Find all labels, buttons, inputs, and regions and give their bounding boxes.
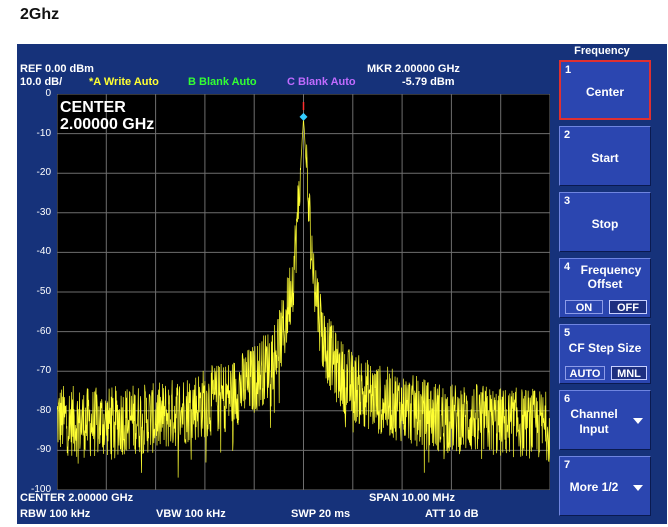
softkey-frequency-offset[interactable]: 4 Frequency Offset ON OFF [559,258,651,318]
softkey-label-line2: Offset [587,277,623,291]
graticule [57,94,550,490]
softkey-start[interactable]: 2 Start [559,126,651,186]
center-frequency-readout: CENTER 2.00000 GHz [20,492,134,504]
offset-off-option[interactable]: OFF [609,300,647,314]
marker-frequency: MKR 2.00000 GHz [367,63,460,75]
sweep-time-readout: SWP 20 ms [291,508,351,520]
vbw-readout: VBW 100 kHz [156,508,226,520]
y-axis-label: -80 [36,404,51,416]
spectrum-display[interactable]: CENTER 2.00000 GHz [57,94,550,490]
y-axis-label: 0 [45,88,51,99]
trace-c-status[interactable]: C Blank Auto [287,76,356,88]
rbw-readout: RBW 100 kHz [20,508,91,520]
y-axis-label: -60 [36,325,51,337]
spectrum-plot [57,94,550,490]
center-readout: CENTER 2.00000 GHz [60,99,154,133]
softkey-label-line1: Frequency [580,263,642,277]
center-label: CENTER [60,99,126,116]
attenuation-readout: ATT 10 dB [425,508,479,520]
softkey-more[interactable]: 7 More 1/2 [559,456,651,516]
page-title: 2Ghz [20,6,60,23]
y-axis-label: -90 [36,444,51,456]
chevron-down-icon [633,485,643,491]
spectrum-analyzer-window: REF 0.00 dBm 10.0 dB/ *A Write Auto B Bl… [17,44,667,524]
softkey-number: 1 [565,64,572,76]
softkey-label: CF Step Size [568,341,642,355]
softkey-stop[interactable]: 3 Stop [559,192,651,252]
softkey-label: Center [585,85,624,99]
step-mnl-option[interactable]: MNL [611,366,647,380]
softkey-center[interactable]: 1 Center [559,60,651,120]
y-axis-label: -50 [36,286,51,297]
softkey-number: 5 [564,327,571,339]
menu-title: Frequency [574,45,630,57]
softkey-cf-step-size[interactable]: 5 CF Step Size AUTO MNL [559,324,651,384]
ref-level: REF 0.00 dBm [20,63,94,75]
softkey-label: Start [591,151,619,165]
softkey-number: 6 [564,393,571,405]
chevron-down-icon [633,418,643,424]
center-value: 2.00000 GHz [60,116,155,133]
step-auto-option[interactable]: AUTO [565,366,605,380]
softkey-label-line2: Input [579,422,609,436]
marker-diamond-icon[interactable] [299,112,308,121]
y-axis-label: -20 [36,167,51,179]
softkey-panel: Frequency 1 Center 2 Start 3 Stop 4 Freq… [557,44,667,524]
marker-level: -5.79 dBm [402,76,455,88]
scale-readout: 10.0 dB/ [20,76,63,88]
softkey-label: Stop [591,217,619,231]
y-axis-label: -30 [36,206,51,218]
trace-a-status[interactable]: *A Write Auto [89,76,159,88]
softkey-number: 3 [564,195,571,207]
y-axis-label: -10 [36,127,51,139]
y-axis-label: -40 [36,246,51,258]
y-axis-label: -70 [36,365,51,377]
trace-b-status[interactable]: B Blank Auto [188,76,257,88]
softkey-channel-input[interactable]: 6 Channel Input [559,390,651,450]
softkey-number: 2 [564,129,571,141]
span-readout: SPAN 10.00 MHz [369,492,455,504]
offset-on-option[interactable]: ON [565,300,603,314]
softkey-number: 7 [564,459,571,471]
